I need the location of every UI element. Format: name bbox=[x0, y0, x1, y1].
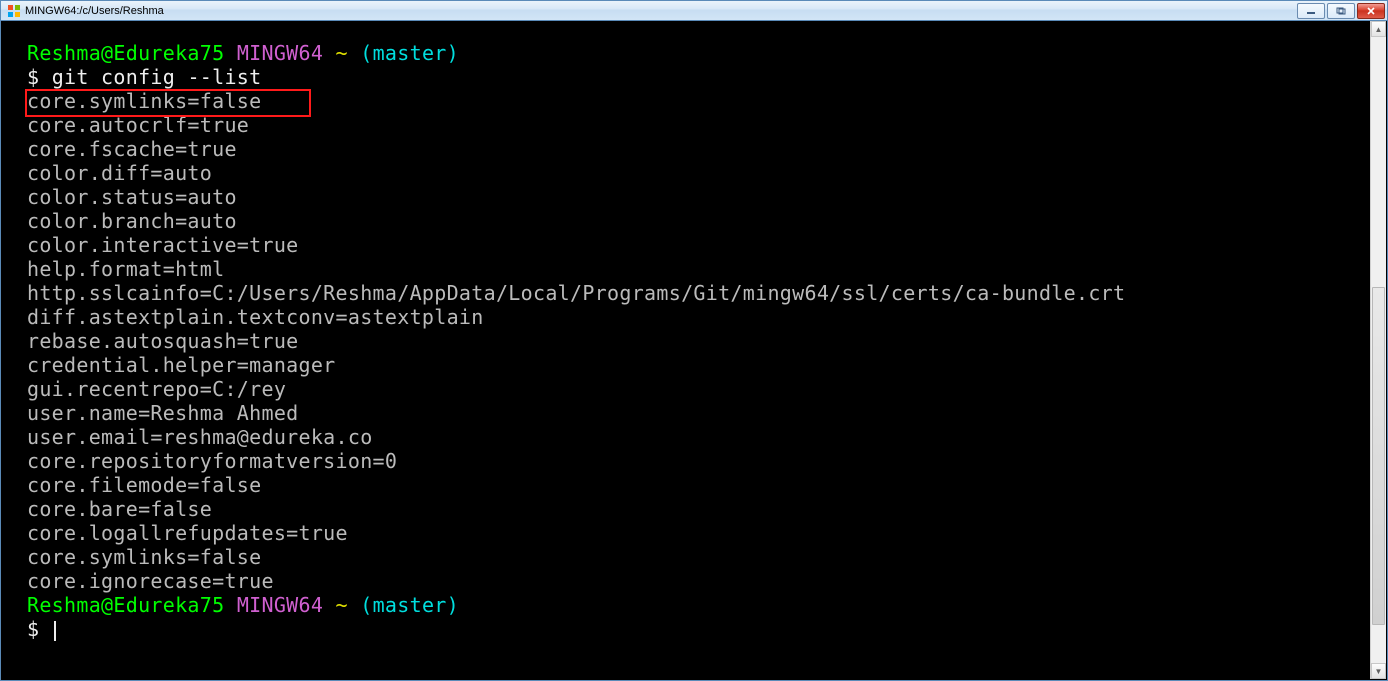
prompt2-userhost: Reshma@Edureka75 bbox=[27, 593, 224, 617]
window-title: MINGW64:/c/Users/Reshma bbox=[25, 5, 164, 17]
prompt2-env: MINGW64 bbox=[237, 593, 323, 617]
app-icon bbox=[7, 4, 21, 18]
prompt-symbol: $ bbox=[27, 65, 39, 89]
vertical-scrollbar[interactable]: ▲ ▼ bbox=[1370, 21, 1386, 679]
scroll-track[interactable] bbox=[1371, 37, 1386, 663]
cursor bbox=[54, 621, 56, 641]
close-button[interactable] bbox=[1357, 3, 1385, 19]
maximize-button[interactable] bbox=[1327, 3, 1355, 19]
window-controls bbox=[1297, 3, 1385, 19]
prompt-path: ~ bbox=[336, 41, 348, 65]
command-output: core.symlinks=false core.autocrlf=true c… bbox=[27, 89, 1125, 593]
command-text: git config --list bbox=[52, 65, 262, 89]
mingw-window: MINGW64:/c/Users/Reshma Reshma@Edureka75… bbox=[0, 0, 1388, 681]
scroll-thumb[interactable] bbox=[1372, 287, 1385, 625]
minimize-button[interactable] bbox=[1297, 3, 1325, 19]
scroll-down-button[interactable]: ▼ bbox=[1371, 663, 1386, 679]
prompt2-branch: (master) bbox=[360, 593, 459, 617]
titlebar[interactable]: MINGW64:/c/Users/Reshma bbox=[1, 1, 1387, 21]
terminal-content: Reshma@Edureka75 MINGW64 ~ (master) $ gi… bbox=[1, 21, 1387, 649]
prompt-env: MINGW64 bbox=[237, 41, 323, 65]
prompt2-symbol: $ bbox=[27, 617, 39, 641]
prompt-userhost: Reshma@Edureka75 bbox=[27, 41, 224, 65]
terminal[interactable]: Reshma@Edureka75 MINGW64 ~ (master) $ gi… bbox=[1, 21, 1387, 680]
prompt2-path: ~ bbox=[336, 593, 348, 617]
prompt-branch: (master) bbox=[360, 41, 459, 65]
scroll-up-button[interactable]: ▲ bbox=[1371, 21, 1386, 37]
